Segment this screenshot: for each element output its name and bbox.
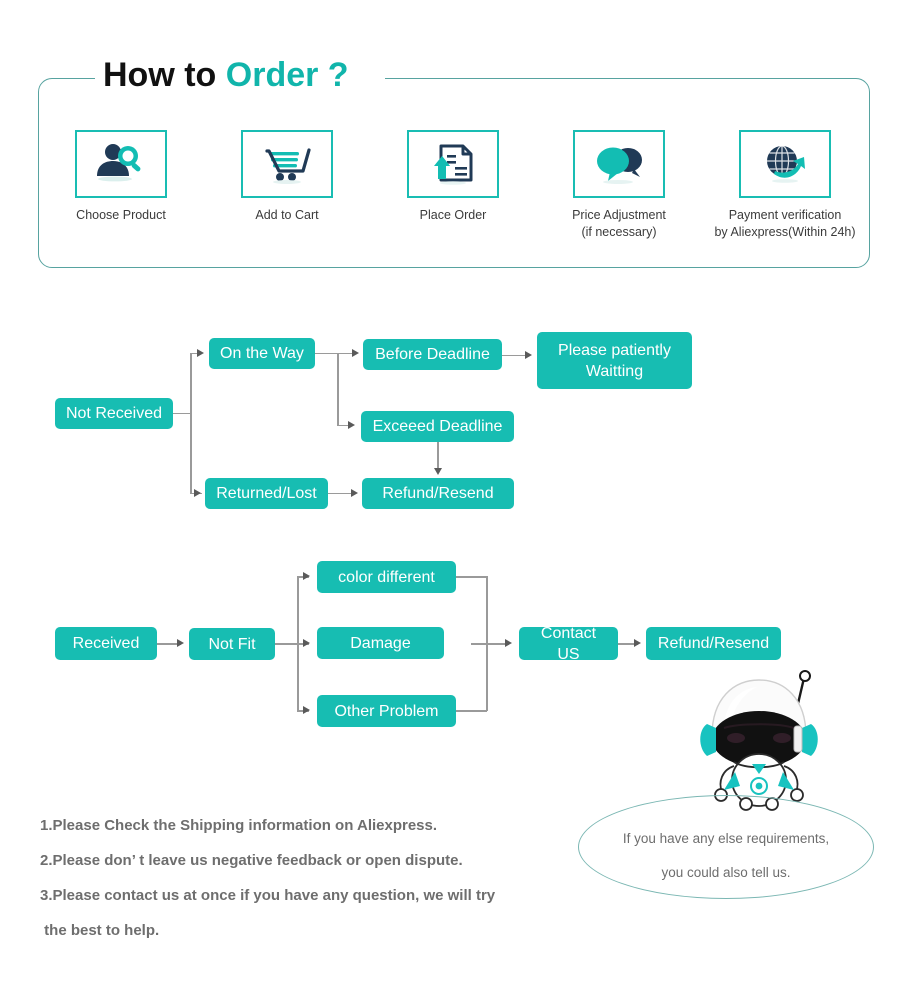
node-exceed-deadline[interactable]: Exceeed Deadline	[361, 411, 514, 442]
step-label: Add to Cart	[255, 207, 318, 224]
node-contact-us[interactable]: Contact US	[519, 625, 618, 663]
step-label: Choose Product	[76, 207, 166, 224]
arrow-returned-to-refund	[351, 488, 358, 497]
step-label-main: Price Adjustment	[572, 208, 666, 222]
step-label-main: Choose Product	[76, 208, 166, 222]
arrow-to-color-different	[303, 572, 310, 580]
step-label-main: Payment verification	[728, 208, 842, 222]
step-label: Price Adjustment (if necessary)	[572, 207, 666, 241]
order-step-add-to-cart[interactable]: Add to Cart	[204, 130, 370, 241]
order-step-choose-product[interactable]: Choose Product	[38, 130, 204, 241]
node-damage[interactable]: Damage	[317, 627, 444, 659]
arrow-to-please-wait	[525, 350, 532, 359]
step-icon-box	[75, 130, 167, 198]
node-returned-lost[interactable]: Returned/Lost	[205, 478, 328, 509]
connector-not-received-split	[190, 353, 192, 494]
node-refund-resend-1[interactable]: Refund/Resend	[362, 478, 514, 509]
shipping-notes: 1.Please Check the Shipping information …	[40, 808, 600, 948]
chat-bubbles-icon	[597, 147, 642, 184]
node-before-deadline[interactable]: Before Deadline	[363, 339, 502, 370]
person-search-icon	[97, 144, 141, 182]
node-color-different[interactable]: color different	[317, 561, 456, 593]
connector-not-received-stub	[173, 412, 191, 415]
arrow-to-on-the-way	[197, 348, 204, 357]
step-label-sub: by Aliexpress(Within 24h)	[714, 225, 856, 239]
note-line-3: 3.Please contact us at once if you have …	[40, 887, 496, 904]
shopping-cart-icon	[265, 148, 311, 184]
step-icon-box	[739, 130, 831, 198]
connector-on-the-way-down	[337, 353, 339, 425]
arrow-received-to-not-fit	[177, 639, 184, 647]
step-icon-box	[241, 130, 333, 198]
note-line-2: 2.Please don’ t leave us negative feedba…	[40, 852, 463, 869]
note-line-4: the best to help.	[40, 922, 160, 939]
page-title-teal: Order ?	[225, 56, 349, 94]
connector-other-problem-merge	[456, 710, 487, 712]
astronaut-mascot	[700, 670, 818, 811]
node-refund-resend-2[interactable]: Refund/Resend	[646, 627, 781, 660]
step-label: Payment verification by Aliexpress(Withi…	[714, 207, 855, 241]
connector-not-fit-stub	[275, 643, 297, 645]
node-on-the-way[interactable]: On the Way	[209, 338, 315, 369]
requirements-bubble-text: If you have any else requirements, you c…	[578, 822, 874, 890]
step-label-main: Place Order	[419, 208, 487, 222]
page-title: How to Order ?	[103, 55, 349, 95]
connector-merge-to-contact	[471, 643, 509, 645]
connector-on-the-way-out	[315, 352, 356, 355]
step-icon-box	[573, 130, 665, 198]
page-title-black: How to	[103, 56, 226, 94]
arrow-to-other-problem	[303, 706, 310, 714]
bubble-line-1: If you have any else requirements,	[622, 831, 830, 846]
arrow-to-exceed-deadline	[348, 420, 355, 429]
arrow-to-damage	[303, 639, 310, 647]
node-received[interactable]: Received	[55, 627, 157, 660]
connector-exceed-to-refund	[437, 442, 439, 471]
arrow-exceed-to-refund	[433, 468, 442, 475]
node-please-patiently-waiting[interactable]: Please patiently Waitting	[537, 332, 692, 389]
order-step-place-order[interactable]: Place Order	[370, 130, 536, 241]
globe-arrow-icon	[767, 145, 805, 183]
arrow-to-returned-lost	[194, 488, 201, 497]
bubble-line-2: you could also tell us.	[661, 865, 791, 880]
step-label-main: Add to Cart	[255, 208, 319, 222]
connector-color-different-merge	[456, 576, 487, 578]
step-icon-box	[407, 130, 499, 198]
node-not-fit[interactable]: Not Fit	[189, 628, 275, 660]
order-steps-row: Choose Product Add to Cart Place Order P…	[38, 130, 870, 241]
node-not-received[interactable]: Not Received	[55, 398, 173, 429]
arrow-to-before-deadline	[352, 348, 359, 357]
order-step-payment-verification[interactable]: Payment verification by Aliexpress(Withi…	[702, 130, 868, 241]
note-line-1: 1.Please Check the Shipping information …	[40, 817, 438, 834]
arrow-merge-to-contact	[505, 639, 512, 647]
node-other-problem[interactable]: Other Problem	[317, 695, 456, 727]
arrow-contact-to-refund	[634, 639, 641, 647]
order-step-price-adjustment[interactable]: Price Adjustment (if necessary)	[536, 130, 702, 241]
step-label: Place Order	[420, 207, 487, 224]
document-upload-icon	[434, 144, 473, 185]
step-label-sub: (if necessary)	[581, 225, 657, 239]
